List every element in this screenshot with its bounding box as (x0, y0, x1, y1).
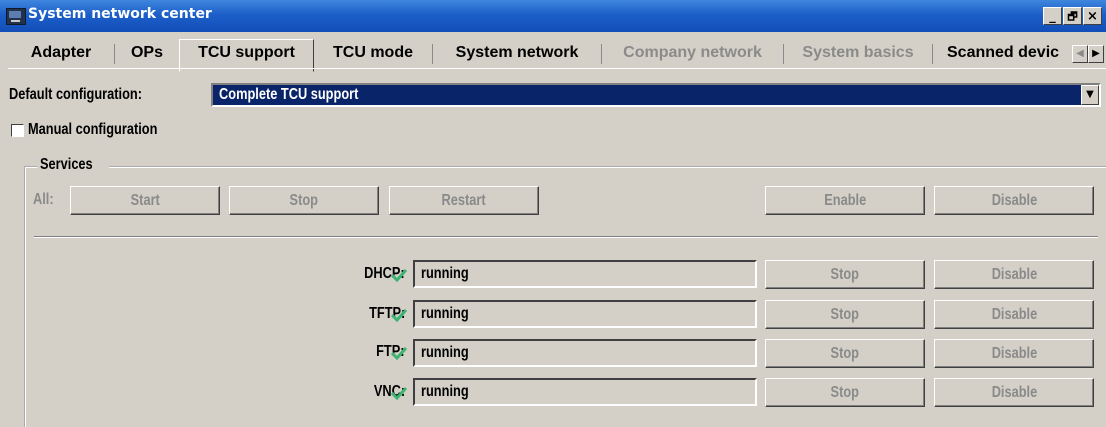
ftp-disable-label: Disable (991, 345, 1037, 362)
tftp-stop-label: Stop (830, 306, 860, 323)
tab-system-network[interactable]: System network (433, 38, 601, 68)
start-all-label: Start (130, 192, 160, 209)
tftp-disable-button[interactable]: Disable (934, 300, 1094, 329)
tab-scanned-devices-label: Scanned devic (947, 44, 1060, 61)
default-configuration-value-text: Complete TCU support (219, 86, 359, 103)
tab-tcu-mode-label: TCU mode (333, 44, 413, 61)
checkmark-icon (391, 346, 407, 360)
dhcp-stop-label: Stop (830, 266, 860, 283)
minimize-button[interactable]: _ (1043, 7, 1062, 25)
enable-all-button[interactable]: Enable (765, 186, 925, 215)
default-configuration-value: Complete TCU support (219, 86, 393, 104)
ftp-stop-label: Stop (830, 345, 860, 362)
tab-system-basics[interactable]: System basics (784, 38, 932, 68)
chevron-right-icon: ▶ (1092, 48, 1100, 59)
close-icon: × (1087, 9, 1098, 24)
default-configuration-label: Default configuration: (9, 86, 175, 104)
vnc-disable-button[interactable]: Disable (934, 378, 1094, 407)
maximize-icon: 🗗 (1067, 10, 1078, 23)
vnc-stop-button[interactable]: Stop (765, 378, 925, 407)
all-services-label-text: All: (33, 191, 54, 208)
restart-all-label: Restart (441, 192, 487, 209)
ftp-status-field: running (413, 339, 757, 367)
manual-configuration-label-text: Manual configuration (28, 121, 158, 138)
tftp-stop-button[interactable]: Stop (765, 300, 925, 329)
all-services-label: All: (33, 191, 59, 209)
tab-ops[interactable]: OPs (115, 38, 179, 68)
checkmark-icon (391, 308, 407, 322)
close-button[interactable]: × (1083, 7, 1102, 25)
services-group-label: Services (37, 156, 109, 174)
tab-scroll-right-button[interactable]: ▶ (1088, 45, 1104, 63)
chevron-left-icon: ◀ (1076, 48, 1084, 59)
default-configuration-select[interactable]: Complete TCU support ▼ (211, 83, 1101, 107)
vnc-stop-label: Stop (830, 384, 860, 401)
dhcp-disable-label: Disable (991, 266, 1037, 283)
restart-all-button[interactable]: Restart (389, 186, 539, 215)
tab-ops-label: OPs (130, 44, 163, 61)
dhcp-stop-button[interactable]: Stop (765, 260, 925, 289)
tab-company-network-label: Company network (623, 44, 762, 61)
tab-system-network-label: System network (455, 44, 579, 61)
tab-strip: Adapter OPs TCU support TCU mode System … (8, 38, 1106, 72)
services-group-label-text: Services (40, 156, 93, 173)
default-configuration-label-text: Default configuration: (9, 86, 142, 103)
maximize-button[interactable]: 🗗 (1063, 7, 1082, 25)
title-bar[interactable]: System network center _ 🗗 × (0, 0, 1106, 32)
start-all-button[interactable]: Start (70, 186, 220, 215)
tab-scroll-left-button[interactable]: ◀ (1072, 45, 1088, 63)
tab-adapter[interactable]: Adapter (8, 38, 114, 68)
tftp-status-field: running (413, 300, 757, 328)
window-title: System network center (28, 6, 212, 22)
tftp-status-text: running (421, 305, 469, 322)
tab-adapter-label: Adapter (30, 44, 92, 61)
dropdown-button[interactable]: ▼ (1081, 85, 1099, 105)
app-icon (6, 8, 26, 25)
tab-panel-border (8, 68, 1106, 69)
stop-all-button[interactable]: Stop (229, 186, 379, 215)
tab-scanned-devices[interactable]: Scanned devic (933, 38, 1073, 68)
tab-tcu-support[interactable]: TCU support (179, 38, 314, 68)
tab-system-basics-label: System basics (802, 44, 914, 61)
ftp-disable-button[interactable]: Disable (934, 339, 1094, 368)
checkmark-icon (391, 386, 407, 400)
dhcp-disable-button[interactable]: Disable (934, 260, 1094, 289)
checkmark-icon (391, 268, 407, 282)
tab-tcu-mode[interactable]: TCU mode (314, 38, 432, 68)
dhcp-status-field: running (413, 260, 757, 288)
manual-configuration-checkbox[interactable] (11, 124, 24, 137)
vnc-disable-label: Disable (991, 384, 1037, 401)
vnc-status-text: running (421, 383, 469, 400)
system-network-center-window: System network center _ 🗗 × Adapter OPs … (0, 0, 1106, 427)
tftp-disable-label: Disable (991, 306, 1037, 323)
stop-all-label: Stop (289, 192, 319, 209)
manual-configuration-label[interactable]: Manual configuration (28, 121, 190, 139)
dhcp-status-text: running (421, 265, 469, 282)
services-divider (34, 236, 1098, 238)
ftp-stop-button[interactable]: Stop (765, 339, 925, 368)
minimize-icon: _ (1049, 9, 1056, 24)
tab-tcu-support-label: TCU support (198, 44, 295, 61)
tab-company-network[interactable]: Company network (602, 38, 783, 68)
ftp-status-text: running (421, 344, 469, 361)
disable-all-label: Disable (991, 192, 1037, 209)
chevron-down-icon: ▼ (1086, 89, 1094, 100)
disable-all-button[interactable]: Disable (934, 186, 1094, 215)
enable-all-label: Enable (824, 192, 866, 209)
vnc-status-field: running (413, 378, 757, 406)
